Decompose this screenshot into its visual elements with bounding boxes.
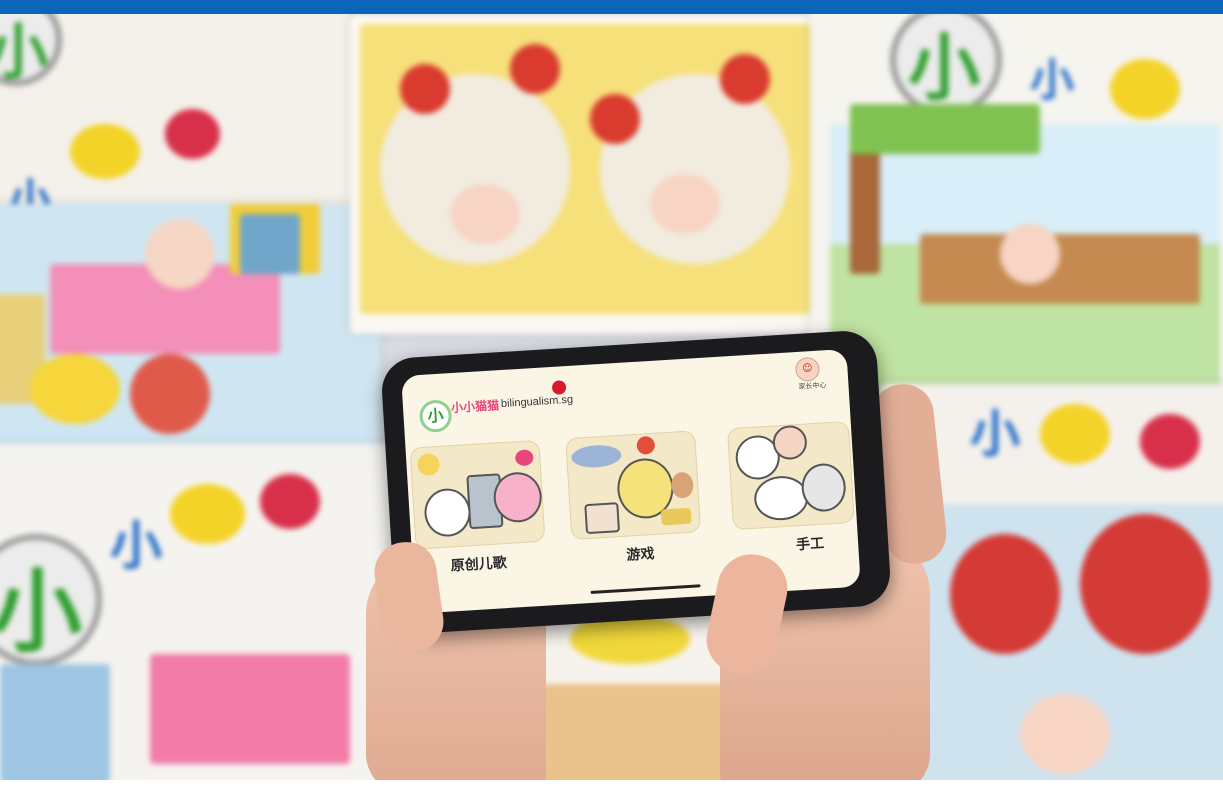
- kid-face-bottom: [1020, 694, 1110, 774]
- star-icon: [636, 435, 656, 455]
- heart-icon: [514, 449, 534, 467]
- red-lantern-3: [590, 94, 640, 144]
- crafts-card[interactable]: [726, 420, 855, 531]
- poster-blue-glyph-4: 小: [970, 405, 1020, 463]
- girl-in-park: [1000, 224, 1060, 284]
- games-card[interactable]: [565, 430, 702, 541]
- poster-glyph-large: 小: [0, 560, 82, 665]
- white-character: [423, 487, 472, 538]
- crafts-label[interactable]: 手工: [795, 533, 825, 555]
- red-character-2: [260, 474, 320, 529]
- blue-window-bottom: [0, 664, 110, 780]
- toy-car: [660, 507, 692, 526]
- girl-face: [145, 219, 215, 289]
- sun-icon: [416, 452, 441, 477]
- brand-name: bilingualism.sg: [500, 393, 574, 411]
- app-logo-icon: 小: [418, 399, 453, 434]
- home-indicator[interactable]: [590, 584, 701, 594]
- glove-icon: [800, 462, 848, 513]
- games-label[interactable]: 游戏: [626, 543, 655, 565]
- poster-center-top: [350, 14, 820, 334]
- toy-box: [584, 502, 621, 535]
- red-hair-girl: [130, 354, 210, 434]
- poster-blue-glyph-3: 小: [1030, 55, 1074, 106]
- poster-blue-glyph-2: 小: [110, 517, 163, 577]
- red-balloon-2: [1080, 514, 1210, 654]
- yellow-duck-3: [1110, 59, 1180, 119]
- poster-glyph: 小: [0, 18, 48, 88]
- songs-label[interactable]: 原创儿歌: [450, 552, 507, 575]
- smartphone: 小 小小猫猫 bilingualism.sg ☺ 家长中心 原创儿歌 游戏 手工: [380, 329, 892, 635]
- yellow-duck-4: [1040, 404, 1110, 464]
- red-lantern-1: [400, 64, 450, 114]
- yellow-duck: [70, 124, 140, 179]
- kid-face-left: [450, 184, 520, 244]
- teddy-bear: [670, 471, 695, 499]
- red-lantern-4: [720, 54, 770, 104]
- red-dot-icon: [551, 380, 567, 395]
- parent-center-icon[interactable]: ☺: [794, 356, 821, 383]
- cloud-icon: [570, 443, 622, 469]
- red-character: [165, 109, 220, 159]
- top-banner-bar: [0, 0, 1223, 14]
- phone-notch: [856, 391, 882, 503]
- parent-center-label[interactable]: 家长中心: [798, 380, 827, 392]
- pink-car: [150, 654, 350, 764]
- red-character-4: [1140, 414, 1200, 469]
- blue-window: [240, 214, 300, 274]
- poster-left-middle: [0, 204, 380, 484]
- poster-top-left: 小 小: [0, 14, 350, 234]
- fence: [920, 234, 1200, 304]
- bottom-margin: [0, 780, 1223, 799]
- photo-scene: 小 小 小 小 小 小 小 小 小小猫猫 bilingualism.sg ☺ 家…: [0, 14, 1223, 780]
- app-logo-text: 小小猫猫: [450, 398, 500, 416]
- yellow-chick: [30, 354, 120, 424]
- yellow-duck-2: [170, 484, 245, 544]
- app-screen: 小 小小猫猫 bilingualism.sg ☺ 家长中心 原创儿歌 游戏 手工: [401, 348, 861, 614]
- kid-face-right: [650, 174, 720, 234]
- red-balloon-1: [950, 534, 1060, 654]
- poster-bottom-left: 小 小: [0, 444, 400, 780]
- red-lantern-2: [510, 44, 560, 94]
- poster-top-right: 小 小: [810, 14, 1223, 404]
- songs-card[interactable]: [409, 439, 546, 550]
- poster-glyph-right: 小: [908, 26, 981, 110]
- tree-leaves: [850, 104, 1040, 154]
